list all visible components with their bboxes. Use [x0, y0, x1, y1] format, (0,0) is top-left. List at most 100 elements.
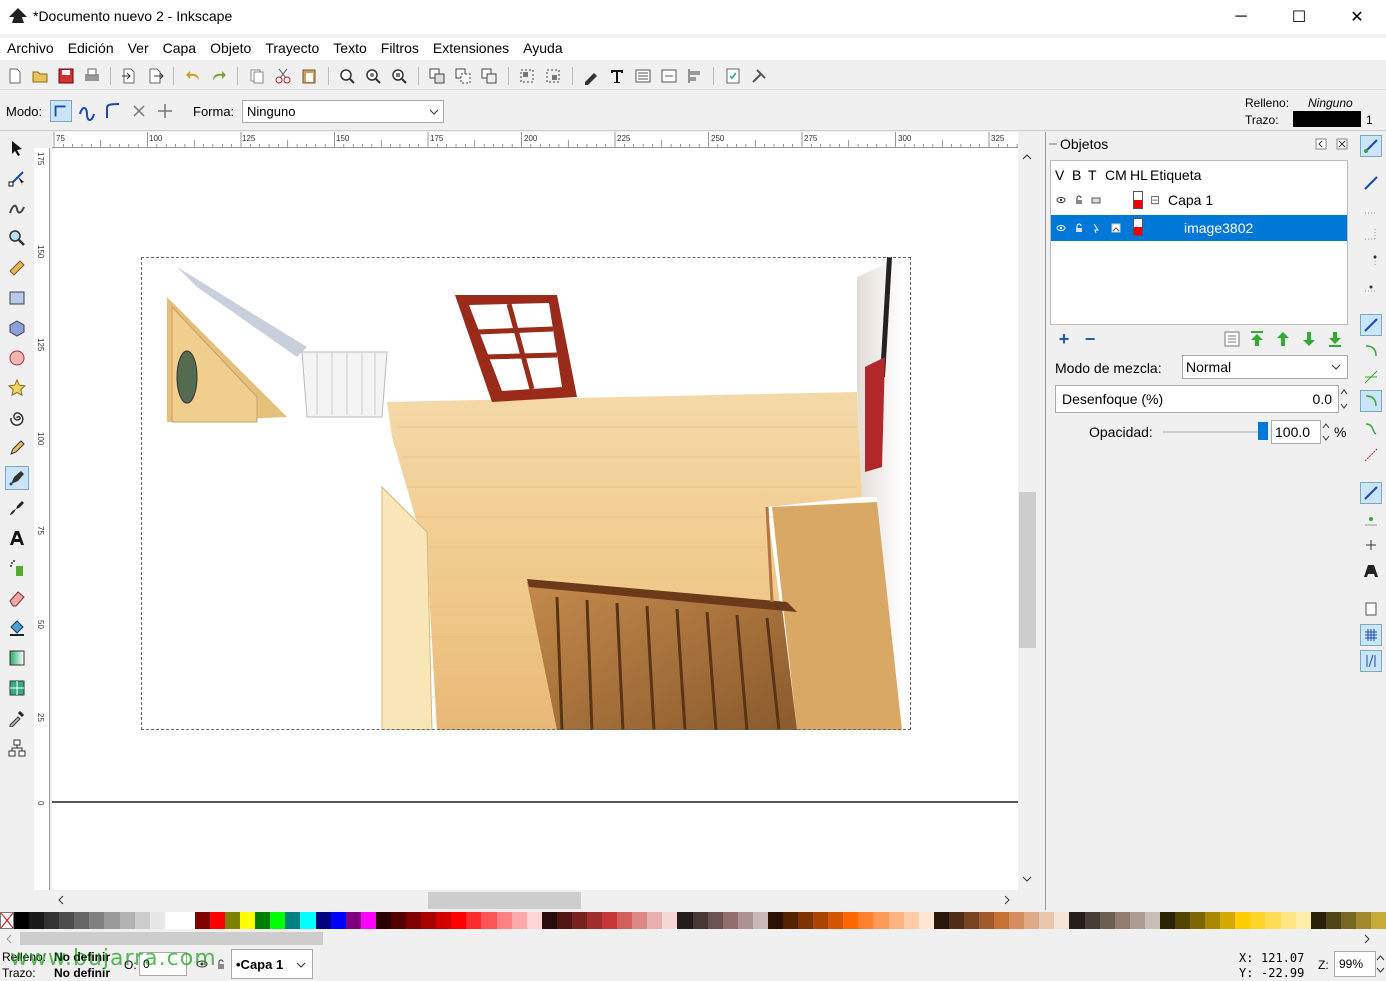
palette-swatch[interactable]	[571, 912, 587, 929]
snap-bbox-midpoint-icon[interactable]	[1360, 250, 1382, 272]
palette-swatch[interactable]	[1129, 912, 1145, 929]
palette-swatch[interactable]	[511, 912, 527, 929]
snap-smooth-icon[interactable]	[1360, 418, 1382, 440]
panel-collapse-icon[interactable]	[1315, 138, 1327, 150]
menu-archivo[interactable]: Archivo	[0, 38, 61, 60]
palette-swatch[interactable]	[602, 912, 618, 929]
palette-swatch[interactable]	[1009, 912, 1025, 929]
snap-intersection-icon[interactable]	[1360, 366, 1382, 388]
text-font-icon[interactable]	[608, 67, 626, 85]
unlock-icon[interactable]	[215, 958, 227, 970]
objects-dialog-icon[interactable]	[660, 67, 678, 85]
group-icon[interactable]	[518, 67, 536, 85]
bezier-mode-icon[interactable]	[50, 100, 72, 122]
connector-tool-icon[interactable]	[5, 736, 29, 760]
palette-swatch[interactable]	[451, 912, 467, 929]
palette-swatch[interactable]	[1054, 912, 1070, 929]
palette-swatch[interactable]	[1340, 912, 1356, 929]
raise-to-top-icon[interactable]	[1248, 330, 1266, 348]
unlink-clone-icon[interactable]	[480, 67, 498, 85]
text-tool-icon[interactable]	[5, 526, 29, 550]
palette-swatch[interactable]	[632, 912, 648, 929]
spiro-mode-icon[interactable]	[76, 100, 98, 122]
palette-swatch[interactable]	[345, 912, 361, 929]
palette-swatch[interactable]	[330, 912, 346, 929]
opacity-input[interactable]: 100.0	[1271, 420, 1321, 444]
snap-paths-icon[interactable]	[1360, 340, 1382, 362]
snap-others-icon[interactable]	[1360, 482, 1382, 504]
palette-swatch[interactable]	[225, 912, 241, 929]
palette-swatch[interactable]	[798, 912, 814, 929]
unlock-icon[interactable]	[1074, 195, 1084, 205]
palette-swatch[interactable]	[677, 912, 693, 929]
add-object-icon[interactable]: +	[1055, 329, 1073, 349]
ellipse-tool-icon[interactable]	[5, 346, 29, 370]
palette-swatch[interactable]	[1310, 912, 1326, 929]
fill-stroke-icon[interactable]	[582, 67, 600, 85]
palette-swatch[interactable]	[526, 912, 542, 929]
palette-swatch[interactable]	[194, 912, 211, 929]
open-folder-icon[interactable]	[31, 67, 49, 85]
palette-swatch[interactable]	[541, 912, 557, 929]
no-color-swatch[interactable]	[0, 912, 14, 929]
snap-text-baseline-icon[interactable]	[1360, 560, 1382, 582]
menu-ver[interactable]: Ver	[121, 38, 156, 60]
pen-tool-icon[interactable]	[5, 466, 29, 490]
dropper-tool-icon[interactable]	[5, 706, 29, 730]
lower-to-bottom-icon[interactable]	[1326, 330, 1344, 348]
clone-icon[interactable]	[454, 67, 472, 85]
palette-swatch[interactable]	[933, 912, 949, 929]
palette-swatch[interactable]	[707, 912, 723, 929]
palette-swatch[interactable]	[1024, 912, 1040, 929]
spiral-tool-icon[interactable]	[5, 406, 29, 430]
palette-swatch[interactable]	[164, 912, 180, 929]
palette-swatch[interactable]	[240, 912, 256, 929]
palette-swatch[interactable]	[375, 912, 391, 929]
scroll-down-icon[interactable]	[1022, 874, 1032, 884]
eye-icon[interactable]	[1056, 223, 1066, 233]
column-highlight[interactable]: HL	[1130, 167, 1148, 183]
new-document-icon[interactable]	[6, 67, 24, 85]
palette-swatch[interactable]	[1205, 912, 1221, 929]
palette-swatch[interactable]	[14, 912, 30, 929]
palette-swatch[interactable]	[556, 912, 572, 929]
export-icon[interactable]	[146, 67, 164, 85]
stroke-width-value[interactable]: 1	[1366, 113, 1373, 127]
raise-icon[interactable]	[1274, 330, 1292, 348]
vertical-scroll-thumb[interactable]	[1019, 492, 1036, 648]
palette-swatch[interactable]	[179, 912, 195, 929]
palette-swatch[interactable]	[873, 912, 889, 929]
snap-object-center-icon[interactable]	[1360, 508, 1382, 530]
snap-midpoint-icon[interactable]	[1360, 444, 1382, 466]
paint-bucket-tool-icon[interactable]	[5, 616, 29, 640]
object-properties-icon[interactable]	[1223, 330, 1241, 348]
column-locked[interactable]: B	[1072, 167, 1081, 183]
palette-swatch[interactable]	[918, 912, 934, 929]
menu-filtros[interactable]: Filtros	[374, 38, 426, 60]
snap-bbox-center-icon[interactable]	[1360, 276, 1382, 298]
palette-swatch[interactable]	[903, 912, 919, 929]
paste-icon[interactable]	[300, 67, 318, 85]
calligraphy-tool-icon[interactable]	[5, 496, 29, 520]
redo-icon[interactable]	[210, 67, 228, 85]
pencil-tool-icon[interactable]	[5, 436, 29, 460]
menu-trayecto[interactable]: Trayecto	[258, 38, 326, 60]
save-icon[interactable]	[57, 67, 75, 85]
horizontal-scroll-thumb[interactable]	[428, 892, 581, 909]
palette-swatch[interactable]	[1099, 912, 1115, 929]
bspline-mode-icon[interactable]	[102, 100, 124, 122]
palette-swatch[interactable]	[270, 912, 286, 929]
node-tool-icon[interactable]	[5, 166, 29, 190]
drawing-canvas[interactable]	[52, 148, 1018, 890]
snap-nodes-icon[interactable]	[1360, 314, 1382, 336]
palette-swatch[interactable]	[948, 912, 964, 929]
palette-swatch[interactable]	[767, 912, 783, 929]
palette-swatch[interactable]	[586, 912, 603, 929]
scroll-up-icon[interactable]	[1022, 152, 1032, 162]
palette-swatch[interactable]	[979, 912, 995, 929]
close-button[interactable]: ✕	[1328, 0, 1386, 34]
palette-swatch[interactable]	[406, 912, 422, 929]
palette-swatch[interactable]	[44, 912, 60, 929]
palette-swatch[interactable]	[421, 912, 437, 929]
palette-swatch[interactable]	[74, 912, 90, 929]
